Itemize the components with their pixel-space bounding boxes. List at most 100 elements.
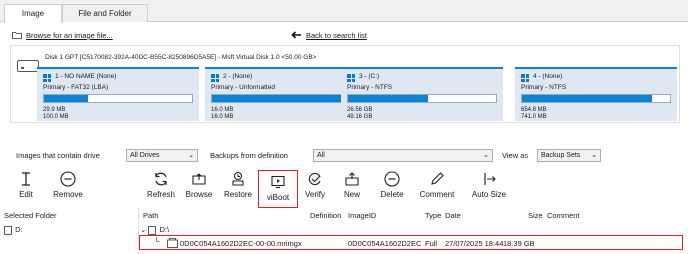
definition-filter-label: Backups from definition: [210, 151, 288, 160]
partition-3[interactable]: 3 - (C:) Primary - NTFS 26.56 GB 49.16 G…: [341, 67, 503, 121]
folder-item-label: D:: [15, 225, 23, 234]
tree-root-d[interactable]: ⌄ D:\: [140, 225, 169, 235]
chevron-down-icon: ⌄: [483, 152, 489, 159]
partition-usage-fill: [212, 95, 360, 102]
folder-item-d[interactable]: D:: [4, 225, 23, 235]
partition-total: 741.0 MB: [521, 114, 547, 120]
view-as-select[interactable]: Backup Sets ⌄: [537, 149, 601, 162]
partition-usage-bar: [211, 94, 361, 103]
partition-4[interactable]: 4 - (None) Primary - NTFS 654.8 MB 741.0…: [515, 67, 677, 121]
browse-image-link[interactable]: Browse for an image file...: [12, 31, 113, 41]
partition-usage-bar: [43, 94, 193, 103]
toolbar: Edit Remove Refresh Browse Restore viBoo…: [0, 168, 688, 208]
partition-total: 16.0 MB: [211, 114, 234, 120]
view-as-value: Backup Sets: [541, 152, 581, 159]
folder-icon: [12, 31, 22, 41]
restore-icon: [232, 171, 244, 186]
refresh-icon: [155, 172, 167, 186]
partition-usage-bar: [347, 94, 497, 103]
viboot-label: viBoot: [266, 193, 290, 202]
partition-name: 3 - (C:): [359, 73, 380, 80]
comment-label: Comment: [419, 190, 455, 199]
collapse-icon[interactable]: ⌄: [140, 225, 146, 234]
browse-icon: [192, 173, 206, 185]
edit-button[interactable]: Edit: [10, 171, 42, 207]
drive-icon: [4, 225, 12, 235]
verify-button[interactable]: Verify: [300, 171, 330, 207]
column-imageid-header[interactable]: ImageID: [348, 211, 376, 220]
column-size-header[interactable]: Size: [528, 211, 543, 220]
partition-used: 654.8 MB: [521, 107, 547, 113]
browse-image-label: Browse for an image file...: [26, 31, 113, 40]
image-file-icon: [167, 238, 178, 250]
partition-usage-fill: [348, 95, 428, 102]
view-as-label: View as: [502, 151, 529, 160]
chevron-down-icon: ⌄: [591, 152, 597, 159]
partition-name: 2 - (None): [223, 73, 253, 80]
edit-label: Edit: [19, 190, 33, 199]
backup-image-id: 0D0C054A1602D2EC: [348, 239, 422, 248]
partition-type: Primary - NTFS: [521, 84, 567, 91]
windows-logo-icon: [521, 74, 529, 82]
partition-usage-fill: [44, 95, 89, 102]
definition-filter-value: All: [317, 152, 325, 159]
auto-size-button[interactable]: Auto Size: [468, 171, 510, 207]
refresh-button[interactable]: Refresh: [143, 171, 179, 207]
hard-drive-icon: [17, 60, 39, 72]
delete-button[interactable]: Delete: [375, 171, 409, 207]
partition-name: 4 - (None): [533, 73, 563, 80]
comment-button[interactable]: Comment: [416, 171, 458, 207]
partition-used: 16.0 MB: [211, 107, 234, 113]
column-comment-header[interactable]: Comment: [547, 211, 580, 220]
partition-usage-fill: [522, 95, 653, 102]
windows-logo-icon: [347, 74, 355, 82]
column-date-header[interactable]: Date: [445, 211, 461, 220]
column-path-header[interactable]: Path: [143, 211, 158, 220]
disk-map-panel: Disk 1 GPT [C5170082-392A-40DC-B55C-8250…: [10, 45, 680, 123]
partition-used: 29.9 MB: [43, 107, 66, 113]
drive-filter-value: All Drives: [130, 152, 160, 159]
tab-file-and-folder[interactable]: File and Folder: [62, 4, 148, 22]
partition-type: Primary - FAT32 (LBA): [43, 84, 109, 91]
tab-bar: Image File and Folder: [0, 0, 688, 23]
restore-button[interactable]: Restore: [220, 171, 256, 207]
column-definition-header[interactable]: Definition: [310, 211, 341, 220]
edit-icon: [22, 172, 30, 186]
drive-icon: [148, 225, 157, 235]
delete-icon: [384, 171, 400, 187]
backup-type: Full: [425, 239, 438, 248]
partition-type: Primary - Unformatted: [211, 84, 275, 91]
remove-icon: [60, 171, 76, 187]
partition-used: 26.56 GB: [347, 107, 373, 113]
definition-filter-select[interactable]: All ⌄: [313, 149, 493, 162]
backup-file-name: 0D0C054A1602D2EC-00-00.mrimgx: [180, 239, 302, 248]
selected-folder-header: Selected Folder: [4, 211, 57, 220]
browse-button[interactable]: Browse: [182, 171, 216, 207]
back-to-search-label: Back to search list: [306, 31, 367, 40]
partition-usage-bar: [521, 94, 671, 103]
backup-date: 27/07/2025 18:44: [445, 239, 504, 248]
refresh-label: Refresh: [146, 190, 175, 199]
tree-branch: └: [154, 237, 160, 246]
restore-label: Restore: [223, 190, 252, 199]
drive-filter-select[interactable]: All Drives ⌄: [126, 149, 198, 162]
back-to-search-link[interactable]: Back to search list: [291, 31, 367, 41]
new-button[interactable]: New: [338, 171, 366, 207]
auto-size-icon: [484, 173, 496, 185]
windows-logo-icon: [43, 74, 51, 82]
remove-label: Remove: [53, 190, 83, 199]
tab-image[interactable]: Image: [4, 4, 62, 23]
partition-1[interactable]: 1 - NO NAME (None) Primary - FAT32 (LBA)…: [37, 67, 199, 121]
partition-total: 49.16 GB: [347, 114, 373, 120]
verify-label: Verify: [304, 190, 325, 199]
remove-button[interactable]: Remove: [48, 171, 88, 207]
browse-label: Browse: [185, 190, 213, 199]
backup-row[interactable]: └ 0D0C054A1602D2EC-00-00.mrimgx 0D0C054A…: [139, 235, 683, 250]
column-type-header[interactable]: Type: [425, 211, 441, 220]
auto-size-label: Auto Size: [471, 190, 507, 199]
partition-total: 100.0 MB: [43, 114, 69, 120]
viboot-button[interactable]: viBoot: [258, 170, 298, 208]
filter-row: Images that contain drive All Drives ⌄ Ba…: [0, 148, 688, 164]
disk-info: Disk 1 GPT [C5170082-392A-40DC-B55C-8250…: [45, 54, 317, 61]
backup-size: 18.39 GB: [503, 239, 535, 248]
